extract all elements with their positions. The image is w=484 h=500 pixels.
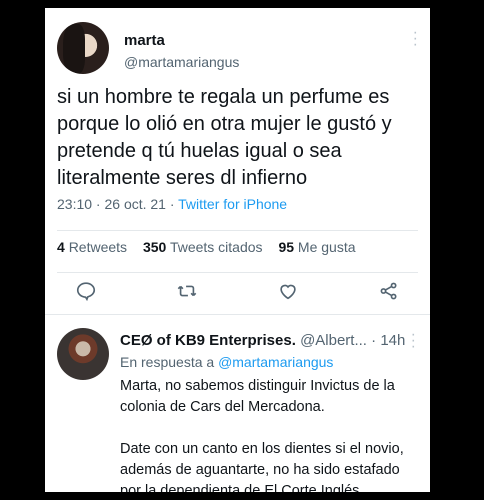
display-name[interactable]: marta [124,32,165,49]
retweet-icon[interactable] [176,280,198,306]
reply-text: Marta, no sabemos distinguir Invictus de… [120,376,420,492]
tweet-stats: 4 Retweets 350 Tweets citados 95 Me gust… [57,239,356,255]
reply-paragraph: Date con un canto en los dientes si el n… [120,441,404,492]
share-icon[interactable] [378,280,400,306]
retweets-stat[interactable]: 4 Retweets [57,239,127,255]
divider [57,230,418,231]
likes-count: 95 [278,239,295,255]
reply-avatar[interactable] [57,328,109,380]
avatar[interactable] [57,22,109,74]
tweet-meta: 23:10 · 26 oct. 21 · Twitter for iPhone [57,196,287,212]
reply-icon[interactable] [75,280,97,306]
reply-paragraph: Marta, no sabemos distinguir Invictus de… [120,378,395,415]
divider [57,272,418,273]
user-handle[interactable]: @martamariangus [124,54,239,70]
divider [45,314,430,315]
like-icon[interactable] [277,280,299,306]
reply-time[interactable]: · 14h [367,332,405,349]
quotes-label: Tweets citados [169,239,263,255]
reply-header: CEØ of KB9 Enterprises. @Albert... · 14h [120,332,405,349]
retweets-label: Retweets [68,239,128,255]
replying-prefix: En respuesta a [120,354,219,370]
tweet-card: marta @martamariangus · · · si un hombre t… [45,8,430,492]
timestamp[interactable]: 23:10 · 26 oct. 21 · [57,196,178,212]
replying-to-handle[interactable]: @martamariangus [218,354,333,370]
more-icon[interactable]: · · · [413,25,418,53]
action-bar [75,280,400,306]
quotes-count: 350 [142,239,167,255]
retweets-count: 4 [57,239,65,255]
reply-display-name[interactable]: CEØ of KB9 Enterprises. [120,332,296,349]
replying-to: En respuesta a @martamariangus [120,354,333,370]
likes-stat[interactable]: 95 Me gusta [278,239,355,255]
source-link[interactable]: Twitter for iPhone [178,196,287,212]
reply-more-icon[interactable]: · · · [411,327,416,355]
tweet-header: marta @martamariangus · · · [57,16,418,76]
quotes-stat[interactable]: 350 Tweets citados [143,239,263,255]
tweet-text: si un hombre te regala un perfume es por… [57,86,392,189]
likes-label: Me gusta [297,239,356,255]
reply-handle[interactable]: @Albert... [300,332,367,349]
